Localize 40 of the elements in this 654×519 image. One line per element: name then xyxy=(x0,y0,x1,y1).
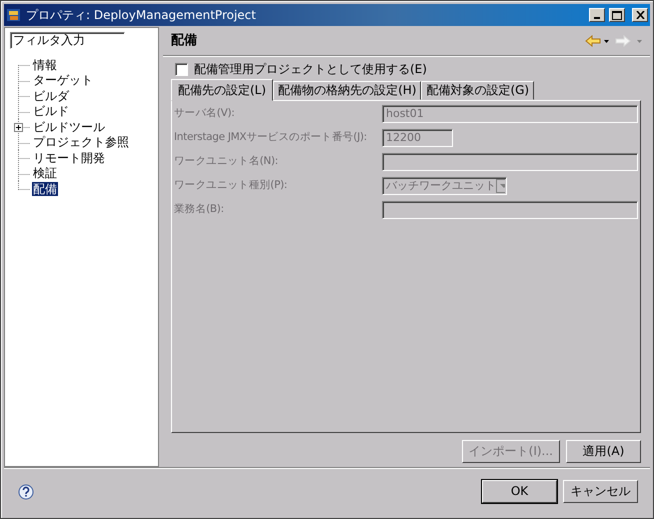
maximize-icon xyxy=(612,10,622,20)
button: インポート(I)... xyxy=(462,440,560,463)
help-icon[interactable] xyxy=(18,484,34,500)
window-title: プロパティ: DeployManagementProject xyxy=(26,8,257,22)
tree-item[interactable]: リモート開発 xyxy=(32,150,106,165)
tree-item[interactable]: ビルドツール xyxy=(32,120,106,134)
tree-connector xyxy=(18,88,30,104)
tab[interactable]: 配備物の格納先の設定(H) xyxy=(273,81,422,100)
tree-connector xyxy=(18,119,30,136)
button[interactable]: 適用(A) xyxy=(566,440,641,463)
field-label: ワークユニット名(N): xyxy=(174,155,279,168)
filter-field[interactable]: フィルタ入力 xyxy=(10,32,125,49)
checkbox-label[interactable]: 配備管理用プロジェクトとして使用する(E) xyxy=(194,62,427,76)
tree-connector xyxy=(18,134,30,151)
app-icon xyxy=(6,7,22,23)
button[interactable]: キャンセル xyxy=(563,480,638,503)
tab[interactable]: 配備対象の設定(G) xyxy=(421,81,534,100)
tree-connector xyxy=(18,104,30,120)
minimize-button[interactable] xyxy=(589,8,605,22)
tree-item[interactable]: 検証 xyxy=(32,166,58,180)
tree-item[interactable]: プロジェクト参照 xyxy=(32,135,130,150)
dropdown-icon[interactable] xyxy=(604,40,609,42)
tree-item[interactable]: 情報 xyxy=(32,58,58,72)
checkbox[interactable] xyxy=(175,62,188,76)
tab[interactable]: 配備先の設定(L) xyxy=(171,79,274,101)
field-label: ワークユニット種別(P): xyxy=(174,179,288,192)
page-title: 配備 xyxy=(171,33,198,49)
close-button[interactable] xyxy=(632,8,648,22)
button[interactable]: OK xyxy=(482,480,557,503)
tree-item[interactable]: 配備 xyxy=(32,182,58,196)
tree-item[interactable]: ターゲット xyxy=(32,73,94,88)
tree-item[interactable]: ビルダ xyxy=(32,88,70,103)
field-label: サーバ名(V): xyxy=(174,107,236,120)
expand-icon[interactable] xyxy=(14,123,23,132)
field-label: Interstage JMXサービスのポート番号(J): xyxy=(174,131,368,144)
close-icon xyxy=(636,11,644,19)
maximize-button[interactable] xyxy=(609,8,625,22)
tree-item[interactable]: ビルド xyxy=(32,104,70,118)
field-label: 業務名(B): xyxy=(174,203,225,216)
tree-connector xyxy=(18,150,30,166)
